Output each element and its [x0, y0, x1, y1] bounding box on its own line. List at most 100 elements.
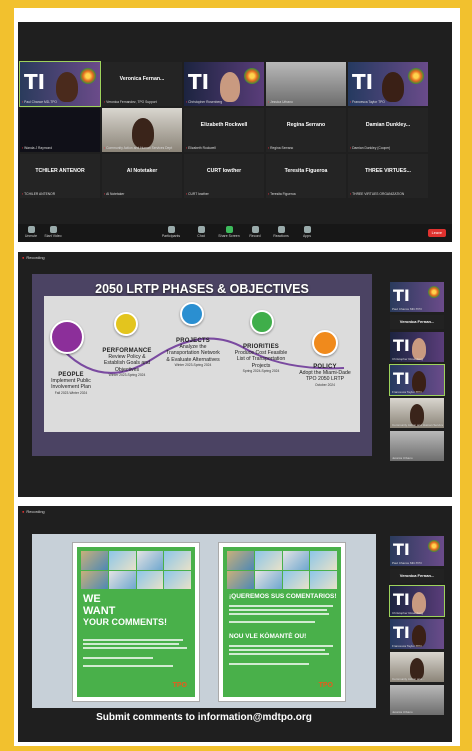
- participant-thumb[interactable]: Community Action and Human Services: [390, 398, 444, 428]
- chat-button[interactable]: Chat: [190, 226, 212, 238]
- slide-title: 2050 LRTP PHASES & OBJECTIVES: [95, 282, 309, 296]
- flyer-headline: NOU VLE KÒMANTÈ OU!: [229, 633, 307, 640]
- participant-tile[interactable]: Teresita Figueroa Teresita Figueroa: [266, 154, 346, 198]
- flower-graphic: [244, 68, 260, 84]
- spanish-creole-flyer: ¡QUEREMOS SUS COMENTARIOS! NOU VLE KÒMAN…: [218, 542, 346, 702]
- slide-body: PEOPLE Implement Public Involvement Plan…: [44, 296, 360, 432]
- participant-caption: Jessica Urbano: [392, 710, 413, 714]
- participant-thumb[interactable]: TI Paul Chance MD-TPO: [390, 536, 444, 566]
- share-screen-button[interactable]: Share Screen: [218, 226, 240, 238]
- photo-grid: [227, 551, 337, 589]
- participant-tile[interactable]: TI Paul Chance MD-TPO: [19, 61, 101, 107]
- participant-thumb[interactable]: Veronica Fernan...: [390, 315, 444, 329]
- apps-button[interactable]: Apps: [296, 226, 318, 238]
- flyer-headline: WANT: [83, 605, 116, 617]
- ti-logo: TI: [393, 590, 410, 609]
- toolbar-label: Reactions: [273, 234, 289, 238]
- text-line: [229, 645, 333, 647]
- english-flyer: WE WANT YOUR COMMENTS! TPO: [72, 542, 200, 702]
- participant-name: Regina Serrano: [286, 122, 326, 128]
- record-button[interactable]: Record: [244, 226, 266, 238]
- phase-description: Produce Cost Feasible List of Transporta…: [234, 350, 288, 369]
- participant-name: TCHILER ANTENOR: [35, 168, 85, 174]
- text-line: [229, 663, 309, 665]
- participant-name: Veronica Fernan...: [119, 76, 165, 82]
- participant-tile[interactable]: Elizabeth Rockwell Elizabeth Rockwell: [184, 108, 264, 152]
- participant-tile[interactable]: TI Christopher Rosenberg: [184, 62, 264, 106]
- participant-thumb[interactable]: TI Francesca Taylor TPO: [389, 364, 445, 396]
- text-line: [83, 647, 187, 649]
- toolbar-label: Start Video: [44, 234, 62, 238]
- text-line: [229, 649, 325, 651]
- text-line: [229, 613, 329, 615]
- participant-tile[interactable]: THREE VIRTUES... THREE VIRTUES ORGANIZAT…: [348, 154, 428, 198]
- flyer-headline: YOUR COMMENTS!: [83, 617, 167, 627]
- participant-tile[interactable]: Jessica Urbano: [266, 62, 346, 106]
- participant-tile[interactable]: Al Notetaker Al Notetaker: [102, 154, 182, 198]
- text-line: [83, 639, 183, 641]
- tpo-logo: TPO: [173, 682, 187, 689]
- participant-thumb[interactable]: TI Christopher Rosenberg: [389, 585, 445, 617]
- participant-thumb[interactable]: TI Christopher Rosenberg: [390, 332, 444, 362]
- participant-name: CURT lowther: [206, 168, 242, 174]
- ti-logo: TI: [393, 540, 410, 559]
- participant-tile[interactable]: TI Francesca Taylor TPO: [348, 62, 428, 106]
- meeting-toolbar: Unmute Start Video Participants Chat Sha…: [18, 224, 452, 242]
- submit-comments-caption: Submit comments to information@mdtpo.org: [96, 712, 312, 723]
- toolbar-label: Record: [249, 234, 261, 238]
- participant-name: Damian Dunkley...: [365, 122, 411, 128]
- phase-performance: PERFORMANCE Review Policy & Establish Go…: [98, 348, 156, 377]
- tpo-logo-text: TPO: [318, 682, 333, 689]
- flower-graphic: [428, 540, 440, 552]
- participant-thumb[interactable]: Veronica Fernan...: [390, 569, 444, 583]
- toolbar-label: Apps: [303, 234, 311, 238]
- participant-caption: Paul Chance MD-TPO: [392, 561, 422, 565]
- participant-name: Veronica Fernan...: [399, 573, 435, 578]
- participant-caption: Francesca Taylor TPO: [350, 100, 426, 104]
- start-video-button[interactable]: Start Video: [42, 226, 64, 238]
- participant-thumb[interactable]: TI Paul Chance MD-TPO: [390, 282, 444, 312]
- ti-logo: TI: [188, 70, 210, 94]
- phase-date: Winter 2023-Spring 2024: [174, 363, 212, 368]
- participant-thumb[interactable]: Community Action and...: [390, 652, 444, 682]
- participant-caption: Paul Chance MD-TPO: [392, 307, 422, 311]
- shared-flyers-view: Recording WE WANT YOUR COMMENTS! TPO ¡QU…: [18, 506, 452, 742]
- toolbar-label: Share Screen: [218, 234, 240, 238]
- participant-caption: Jessica Urbano: [268, 100, 344, 104]
- reactions-button[interactable]: Reactions: [270, 226, 292, 238]
- participant-thumb[interactable]: TI Francesca Taylor TPO: [390, 619, 444, 649]
- flower-graphic: [80, 68, 96, 84]
- participant-thumb[interactable]: Jessica Urbano: [390, 431, 444, 461]
- participant-tile[interactable]: Wanda J Raymond: [20, 108, 100, 152]
- text-line: [229, 621, 315, 623]
- camera-icon: [49, 226, 57, 233]
- record-icon: [251, 226, 259, 233]
- phase-description: Implement Public Involvement Plan: [51, 378, 91, 391]
- participants-button[interactable]: Participants: [160, 226, 182, 238]
- share-screen-icon: [225, 226, 233, 233]
- tpo-logo: TPO: [319, 682, 333, 689]
- participant-caption: Veronica Fernandez, TPO Support: [104, 100, 180, 104]
- toolbar-label: Unmute: [24, 234, 38, 238]
- participant-tile[interactable]: Community Action and Human Services Dept: [102, 108, 182, 152]
- participant-thumb[interactable]: Jessica Urbano: [390, 685, 444, 715]
- participant-tile[interactable]: Regina Serrano Regina Serrano: [266, 108, 346, 152]
- ti-logo: TI: [393, 286, 410, 305]
- priorities-icon: [250, 310, 274, 334]
- participant-caption: Regina Serrano: [268, 146, 344, 150]
- phase-priorities: PRIORITIES Produce Cost Feasible List of…: [232, 344, 290, 373]
- participant-video: [132, 118, 154, 148]
- participant-name: THREE VIRTUES...: [365, 168, 411, 174]
- leave-button[interactable]: Leave: [427, 229, 446, 237]
- toolbar-label: Chat: [197, 234, 205, 238]
- participant-tile[interactable]: CURT lowther CURT lowther: [184, 154, 264, 198]
- unmute-button[interactable]: Unmute: [20, 226, 42, 238]
- text-line: [229, 605, 333, 607]
- participant-name: Elizabeth Rockwell: [200, 122, 248, 128]
- flower-graphic: [428, 286, 440, 298]
- participant-caption: TCHILER ANTENOR: [22, 192, 98, 196]
- participant-tile[interactable]: Veronica Fernan... Veronica Fernandez, T…: [102, 62, 182, 106]
- participant-tile[interactable]: TCHILER ANTENOR TCHILER ANTENOR: [20, 154, 100, 198]
- participant-tile[interactable]: Damian Dunkley... Damian Dunkley (Cooper…: [348, 108, 428, 152]
- shared-slide-view: Recording 2050 LRTP PHASES & OBJECTIVES …: [18, 252, 452, 497]
